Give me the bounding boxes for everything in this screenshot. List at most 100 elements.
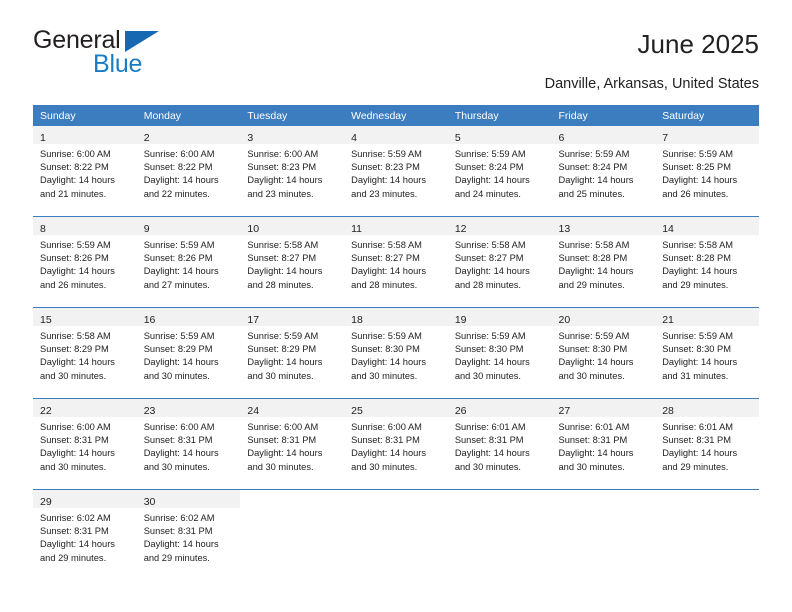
logo-triangle-icon [125, 31, 159, 52]
daylight-text-line2: and 30 minutes. [247, 370, 314, 381]
day-number: 18 [351, 314, 363, 326]
sunrise-text: Sunrise: 5:59 AM [558, 331, 630, 341]
calendar-day-cell[interactable]: 3 Sunrise: 6:00 AM Sunset: 8:23 PM Dayli… [240, 126, 345, 217]
daylight-text-line2: and 30 minutes. [558, 461, 625, 472]
day-details: Sunrise: 6:00 AM Sunset: 8:31 PM Dayligh… [33, 417, 137, 474]
sunset-text: Sunset: 8:31 PM [558, 435, 628, 446]
daylight-text-line1: Daylight: 14 hours [247, 357, 323, 368]
day-details: Sunrise: 5:58 AM Sunset: 8:28 PM Dayligh… [655, 235, 759, 292]
daylight-text-line1: Daylight: 14 hours [247, 266, 323, 277]
sunrise-text: Sunrise: 5:59 AM [351, 331, 422, 341]
daylight-text-line1: Daylight: 14 hours [558, 357, 634, 368]
general-blue-logo[interactable]: General Blue [33, 28, 263, 86]
day-details: Sunrise: 6:01 AM Sunset: 8:31 PM Dayligh… [552, 417, 656, 474]
daylight-text-line1: Daylight: 14 hours [662, 266, 738, 277]
calendar-day-cell[interactable]: 30 Sunrise: 6:02 AM Sunset: 8:31 PM Dayl… [136, 489, 241, 580]
daylight-text-line2: and 26 minutes. [40, 279, 107, 290]
sunrise-text: Sunrise: 6:00 AM [247, 149, 319, 159]
daylight-text-line2: and 29 minutes. [558, 279, 625, 290]
daylight-text-line2: and 23 minutes. [247, 188, 314, 199]
day-number: 23 [143, 405, 156, 417]
daylight-text-line2: and 23 minutes. [351, 188, 418, 199]
calendar-day-cell[interactable]: 13 Sunrise: 5:58 AM Sunset: 8:28 PM Dayl… [551, 216, 656, 308]
day-number: 3 [247, 132, 254, 144]
calendar-day-cell[interactable]: 28 Sunrise: 6:01 AM Sunset: 8:31 PM Dayl… [655, 398, 759, 490]
day-details: Sunrise: 6:00 AM Sunset: 8:31 PM Dayligh… [344, 417, 448, 474]
calendar-day-cell[interactable]: 14 Sunrise: 5:58 AM Sunset: 8:28 PM Dayl… [655, 216, 759, 308]
daylight-text-line2: and 30 minutes. [40, 461, 107, 472]
calendar-day-cell[interactable]: 16 Sunrise: 5:59 AM Sunset: 8:29 PM Dayl… [136, 307, 241, 399]
sunset-text: Sunset: 8:29 PM [40, 344, 109, 355]
daylight-text-line1: Daylight: 14 hours [143, 539, 219, 550]
sunset-text: Sunset: 8:29 PM [247, 344, 317, 355]
calendar-day-cell[interactable]: 15 Sunrise: 5:58 AM Sunset: 8:29 PM Dayl… [33, 307, 137, 399]
sunset-text: Sunset: 8:24 PM [558, 162, 628, 173]
calendar-day-cell[interactable]: 2 Sunrise: 6:00 AM Sunset: 8:22 PM Dayli… [136, 126, 241, 217]
sunrise-text: Sunrise: 5:59 AM [558, 149, 630, 159]
calendar-day-cell[interactable]: 24 Sunrise: 6:00 AM Sunset: 8:31 PM Dayl… [240, 398, 345, 490]
calendar-day-cell[interactable]: 19 Sunrise: 5:59 AM Sunset: 8:30 PM Dayl… [447, 307, 552, 399]
daylight-text-line2: and 28 minutes. [454, 279, 521, 290]
daylight-text-line2: and 27 minutes. [143, 279, 210, 290]
calendar-day-cell[interactable]: 18 Sunrise: 5:59 AM Sunset: 8:30 PM Dayl… [344, 307, 448, 399]
calendar-day-cell[interactable]: 29 Sunrise: 6:02 AM Sunset: 8:31 PM Dayl… [33, 489, 137, 580]
daylight-text-line2: and 30 minutes. [143, 370, 210, 381]
day-number: 17 [247, 314, 260, 326]
day-details: Sunrise: 6:00 AM Sunset: 8:23 PM Dayligh… [240, 144, 344, 201]
calendar-day-cell[interactable]: 5 Sunrise: 5:59 AM Sunset: 8:24 PM Dayli… [447, 126, 552, 217]
day-details: Sunrise: 5:59 AM Sunset: 8:30 PM Dayligh… [344, 326, 448, 383]
sunset-text: Sunset: 8:26 PM [143, 253, 213, 264]
day-number: 20 [558, 314, 571, 326]
day-details: Sunrise: 6:00 AM Sunset: 8:22 PM Dayligh… [137, 144, 241, 201]
day-number: 28 [662, 405, 674, 417]
sunrise-text: Sunrise: 5:59 AM [143, 240, 215, 250]
calendar-day-cell[interactable]: 25 Sunrise: 6:00 AM Sunset: 8:31 PM Dayl… [344, 398, 448, 490]
sunset-text: Sunset: 8:31 PM [247, 435, 317, 446]
calendar-day-cell[interactable]: 26 Sunrise: 6:01 AM Sunset: 8:31 PM Dayl… [447, 398, 552, 490]
day-details: Sunrise: 5:59 AM Sunset: 8:24 PM Dayligh… [448, 144, 552, 201]
calendar-day-cell-empty [240, 489, 345, 580]
daylight-text-line2: and 30 minutes. [351, 461, 418, 472]
day-details: Sunrise: 5:59 AM Sunset: 8:24 PM Dayligh… [552, 144, 656, 201]
daylight-text-line1: Daylight: 14 hours [40, 357, 115, 368]
sunset-text: Sunset: 8:28 PM [662, 253, 731, 264]
calendar-day-cell[interactable]: 20 Sunrise: 5:59 AM Sunset: 8:30 PM Dayl… [551, 307, 656, 399]
calendar-day-cell[interactable]: 27 Sunrise: 6:01 AM Sunset: 8:31 PM Dayl… [551, 398, 656, 490]
calendar-day-cell[interactable]: 4 Sunrise: 5:59 AM Sunset: 8:23 PM Dayli… [344, 126, 448, 217]
calendar-day-cell[interactable]: 8 Sunrise: 5:59 AM Sunset: 8:26 PM Dayli… [33, 216, 137, 308]
daylight-text-line2: and 29 minutes. [662, 279, 729, 290]
sunset-text: Sunset: 8:23 PM [351, 162, 420, 173]
calendar-day-cell[interactable]: 12 Sunrise: 5:58 AM Sunset: 8:27 PM Dayl… [447, 216, 552, 308]
daylight-text-line2: and 21 minutes. [40, 188, 107, 199]
day-details: Sunrise: 5:59 AM Sunset: 8:29 PM Dayligh… [240, 326, 344, 383]
calendar-day-cell[interactable]: 7 Sunrise: 5:59 AM Sunset: 8:25 PM Dayli… [655, 126, 759, 217]
calendar-day-cell[interactable]: 9 Sunrise: 5:59 AM Sunset: 8:26 PM Dayli… [136, 216, 241, 308]
day-number: 30 [143, 496, 156, 508]
weekday-header-friday: Friday [551, 105, 656, 126]
day-number: 15 [40, 314, 52, 326]
day-details: Sunrise: 6:00 AM Sunset: 8:22 PM Dayligh… [33, 144, 137, 201]
day-details: Sunrise: 6:01 AM Sunset: 8:31 PM Dayligh… [448, 417, 552, 474]
weekday-header-wednesday: Wednesday [344, 105, 448, 126]
sunset-text: Sunset: 8:30 PM [351, 344, 420, 355]
calendar-day-cell[interactable]: 11 Sunrise: 5:58 AM Sunset: 8:27 PM Dayl… [344, 216, 448, 308]
day-details: Sunrise: 6:00 AM Sunset: 8:31 PM Dayligh… [137, 417, 241, 474]
daylight-text-line1: Daylight: 14 hours [351, 266, 427, 277]
sunrise-text: Sunrise: 5:59 AM [247, 331, 319, 341]
day-details: Sunrise: 5:59 AM Sunset: 8:26 PM Dayligh… [33, 235, 137, 292]
calendar-day-cell[interactable]: 22 Sunrise: 6:00 AM Sunset: 8:31 PM Dayl… [33, 398, 137, 490]
calendar-day-cell-empty [655, 489, 759, 580]
calendar-day-cell[interactable]: 10 Sunrise: 5:58 AM Sunset: 8:27 PM Dayl… [240, 216, 345, 308]
calendar-day-cell[interactable]: 6 Sunrise: 5:59 AM Sunset: 8:24 PM Dayli… [551, 126, 656, 217]
day-number: 24 [247, 405, 260, 417]
sunset-text: Sunset: 8:22 PM [143, 162, 213, 173]
sunrise-sunset-calendar: Sunday Monday Tuesday Wednesday Thursday… [33, 105, 759, 580]
calendar-day-cell[interactable]: 17 Sunrise: 5:59 AM Sunset: 8:29 PM Dayl… [240, 307, 345, 399]
sunset-text: Sunset: 8:26 PM [40, 253, 109, 264]
calendar-day-cell[interactable]: 1 Sunrise: 6:00 AM Sunset: 8:22 PM Dayli… [33, 126, 137, 217]
calendar-day-cell-empty [344, 489, 448, 580]
daylight-text-line1: Daylight: 14 hours [143, 266, 219, 277]
calendar-day-cell[interactable]: 23 Sunrise: 6:00 AM Sunset: 8:31 PM Dayl… [136, 398, 241, 490]
calendar-day-cell[interactable]: 21 Sunrise: 5:59 AM Sunset: 8:30 PM Dayl… [655, 307, 759, 399]
sunset-text: Sunset: 8:30 PM [454, 344, 524, 355]
